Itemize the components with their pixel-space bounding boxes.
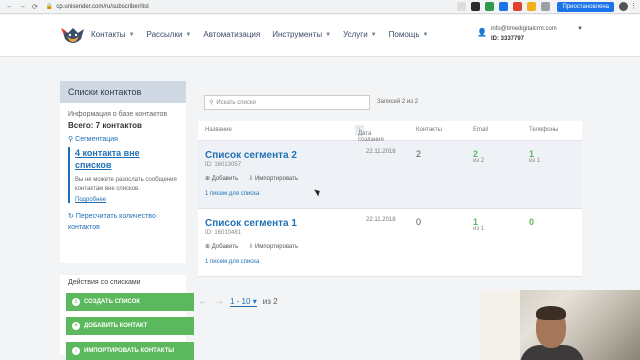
add-action[interactable]: ⊕ Добавить bbox=[205, 243, 238, 250]
address-bar[interactable]: 🔒 cp.unisender.com/ru/subscriber/list bbox=[45, 3, 149, 11]
created-date: 22.11.2018 bbox=[366, 149, 396, 155]
recount-link[interactable]: ↻ Пересчитать количество контактов bbox=[68, 211, 178, 233]
outside-lists-note: Вы не можете разослать сообщения контакт… bbox=[75, 177, 177, 192]
add-action[interactable]: ⊕ Добавить bbox=[205, 175, 238, 182]
contacts-count: 2 bbox=[416, 149, 422, 159]
forward-icon[interactable]: → bbox=[19, 3, 26, 11]
extensions bbox=[457, 2, 550, 11]
menu-automation[interactable]: Автоматизация bbox=[203, 30, 260, 39]
download-icon: ↓ bbox=[72, 347, 80, 355]
prev-page-icon[interactable]: ← bbox=[198, 296, 208, 307]
chevron-down-icon: ▼ bbox=[422, 31, 429, 38]
browser-menu-icon[interactable]: ⋮ bbox=[630, 2, 637, 10]
row-actions: ⊕ Добавить ⇩ Импортировать bbox=[205, 175, 298, 182]
list-id: ID: 16013057 bbox=[205, 162, 242, 168]
url-text: cp.unisender.com/ru/subscriber/list bbox=[56, 3, 149, 10]
col-name[interactable]: Название bbox=[205, 127, 232, 133]
outside-lists-callout: 4 контакта вне списков Вы не можете разо… bbox=[68, 147, 178, 203]
chevron-down-icon: ▼ bbox=[370, 31, 377, 38]
chevron-down-icon: ▼ bbox=[577, 26, 583, 32]
extension-icon[interactable] bbox=[513, 2, 522, 11]
base-info-label: Информация о базе контактов bbox=[68, 111, 168, 118]
col-contacts[interactable]: Контакты bbox=[416, 127, 442, 133]
chevron-down-icon: ▼ bbox=[185, 31, 192, 38]
import-contacts-button[interactable]: ↓ Импортировать контакты bbox=[66, 342, 194, 360]
extension-icon[interactable] bbox=[527, 2, 536, 11]
chevron-down-icon: ▼ bbox=[325, 31, 332, 38]
contact-base-info: Информация о базе контактов Всего: 7 кон… bbox=[60, 103, 186, 263]
profile-avatar[interactable] bbox=[619, 2, 628, 11]
menu-campaigns[interactable]: Рассылки ▼ bbox=[147, 30, 192, 39]
create-list-button[interactable]: ≡ Создать список bbox=[66, 293, 194, 311]
webcam-background bbox=[480, 290, 520, 360]
next-page-icon[interactable]: → bbox=[214, 296, 224, 307]
list-icon: ≡ bbox=[72, 298, 80, 306]
app-header: Контакты ▼ Рассылки ▼ Автоматизация Инстру… bbox=[0, 15, 640, 57]
reload-icon[interactable]: ⟳ bbox=[32, 3, 38, 11]
search-icon: ⚲ bbox=[209, 100, 214, 106]
chevron-down-icon: ▼ bbox=[128, 31, 135, 38]
extension-icon[interactable] bbox=[471, 2, 480, 11]
col-email[interactable]: Email bbox=[473, 127, 488, 133]
user-icon: 👤 bbox=[477, 28, 487, 37]
webcam-person-hair bbox=[536, 306, 566, 320]
filter-icon: ⚲ bbox=[68, 136, 74, 143]
plus-icon: + bbox=[72, 322, 80, 330]
user-id: ID: 3337797 bbox=[491, 36, 525, 42]
webcam-overlay bbox=[480, 290, 640, 360]
records-count: Записей 2 из 2 bbox=[377, 99, 419, 105]
add-contact-button[interactable]: + Добавить контакт bbox=[66, 317, 194, 335]
phones-sub: из 1 bbox=[529, 158, 541, 164]
contacts-count: 0 bbox=[416, 217, 422, 227]
table-header: Название Дата создания ↓ Контакты Email … bbox=[198, 121, 582, 143]
unisender-logo[interactable] bbox=[60, 25, 86, 47]
search-input[interactable]: ⚲ Искать списки bbox=[204, 95, 370, 110]
row-actions: ⊕ Добавить ⇩ Импортировать bbox=[205, 243, 298, 250]
list-name-link[interactable]: Список сегмента 1 bbox=[205, 218, 297, 229]
created-date: 22.11.2018 bbox=[366, 217, 396, 223]
menu-tools[interactable]: Инструменты ▼ bbox=[272, 30, 331, 39]
list-name-link[interactable]: Список сегмента 2 bbox=[205, 150, 297, 161]
extension-icon[interactable] bbox=[457, 2, 466, 11]
menu-contacts[interactable]: Контакты ▼ bbox=[91, 30, 135, 39]
user-email: info@timedigitalcrm.com bbox=[491, 26, 557, 32]
sidebar-title: Списки контактов bbox=[60, 81, 186, 103]
search-placeholder: Искать списки bbox=[216, 99, 256, 106]
pagination: ← → 1 - 10 ▾ из 2 bbox=[198, 296, 278, 307]
import-action[interactable]: ⇩ Импортировать bbox=[248, 243, 298, 250]
email-sub: из 1 bbox=[473, 226, 485, 232]
extension-icon[interactable] bbox=[485, 2, 494, 11]
col-date[interactable]: Дата создания ↓ bbox=[355, 125, 384, 143]
email-sub: из 2 bbox=[473, 158, 485, 164]
list-id: ID: 16010481 bbox=[205, 230, 242, 236]
refresh-icon: ↻ bbox=[68, 213, 74, 220]
lists-table: Название Дата создания ↓ Контакты Email … bbox=[198, 121, 582, 277]
list-actions-title: Действия со списками bbox=[68, 279, 141, 286]
menu-services[interactable]: Услуги ▼ bbox=[343, 30, 377, 39]
back-icon[interactable]: ← bbox=[6, 3, 13, 11]
page-total: из 2 bbox=[262, 297, 278, 306]
more-link[interactable]: Подробнее bbox=[75, 197, 178, 203]
table-row: Список сегмента 1 ID: 16010481 ⊕ Добавит… bbox=[198, 209, 582, 277]
letters-link[interactable]: 1 писем для списка bbox=[205, 259, 259, 265]
outside-lists-link[interactable]: 4 контакта вне списков bbox=[75, 147, 178, 171]
browser-nav: ← → ⟳ bbox=[0, 3, 38, 11]
sidebar: Списки контактов Информация о базе конта… bbox=[60, 81, 186, 355]
extension-icon[interactable] bbox=[499, 2, 508, 11]
lock-icon: 🔒 bbox=[45, 4, 54, 10]
total-contacts: Всего: 7 контактов bbox=[68, 121, 142, 130]
profile-paused-badge[interactable]: Приостановлена bbox=[557, 2, 614, 12]
extension-icon[interactable] bbox=[541, 2, 550, 11]
menu-help[interactable]: Помощь ▼ bbox=[389, 30, 429, 39]
phones-count: 0 bbox=[529, 217, 535, 227]
col-phones[interactable]: Телефоны bbox=[529, 127, 558, 133]
main-menu: Контакты ▼ Рассылки ▼ Автоматизация Инстру… bbox=[91, 30, 428, 39]
import-action[interactable]: ⇩ Импортировать bbox=[248, 175, 298, 182]
page-size-select[interactable]: 1 - 10 ▾ bbox=[230, 297, 257, 307]
letters-link[interactable]: 1 писем для списка bbox=[205, 191, 259, 197]
segmentation-link[interactable]: ⚲ Сегментация bbox=[68, 135, 178, 144]
browser-toolbar: ← → ⟳ 🔒 cp.unisender.com/ru/subscriber/l… bbox=[0, 0, 640, 14]
table-row: Список сегмента 2 ID: 16013057 ⊕ Добавит… bbox=[198, 141, 582, 209]
